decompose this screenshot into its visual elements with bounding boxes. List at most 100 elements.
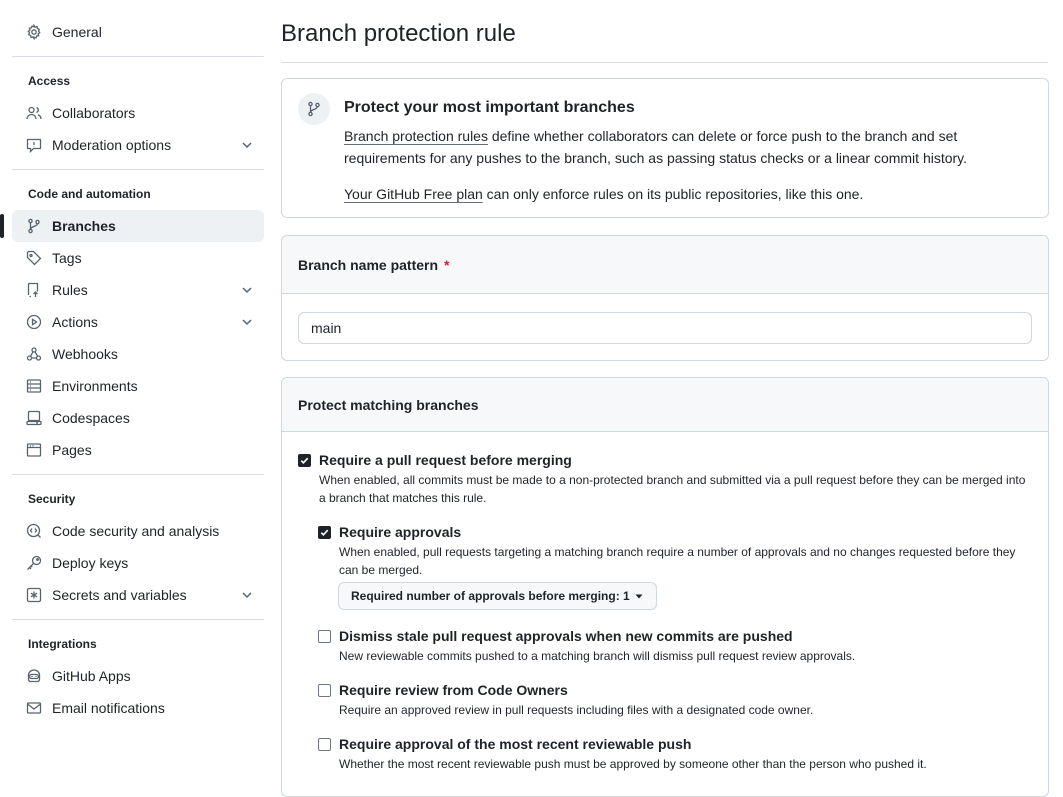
option-label: Dismiss stale pull request approvals whe… bbox=[339, 628, 793, 644]
approvals-count-select[interactable]: Required number of approvals before merg… bbox=[338, 582, 657, 610]
sidebar-item-label: Rules bbox=[52, 282, 88, 298]
option-label: Require approvals bbox=[339, 524, 462, 540]
play-icon bbox=[26, 314, 42, 330]
box-header: Protect matching branches bbox=[282, 378, 1048, 432]
option-label: Require a pull request before merging bbox=[319, 452, 572, 468]
sidebar-item-actions[interactable]: Actions bbox=[12, 306, 264, 338]
key-icon bbox=[26, 555, 42, 571]
sidebar-item-label: Webhooks bbox=[52, 346, 118, 362]
git-branch-icon bbox=[298, 93, 330, 125]
divider bbox=[12, 474, 264, 475]
sidebar-item-label: Deploy keys bbox=[52, 555, 129, 571]
triangle-down-icon bbox=[634, 591, 644, 601]
branch-name-pattern-input[interactable] bbox=[298, 312, 1032, 344]
browser-icon bbox=[26, 442, 42, 458]
option-dismiss-stale-approvals: Dismiss stale pull request approvals whe… bbox=[318, 628, 1033, 665]
sidebar-item-label: General bbox=[52, 24, 102, 40]
apps-icon bbox=[26, 668, 42, 684]
git-branch-icon bbox=[26, 218, 42, 234]
branch-name-pattern-label: Branch name pattern bbox=[298, 256, 439, 273]
report-icon bbox=[26, 137, 42, 153]
option-require-pull-request: Require a pull request before merging Wh… bbox=[298, 452, 1033, 507]
plan-note-text: can only enforce rules on its public rep… bbox=[482, 186, 864, 202]
sidebar-item-secrets[interactable]: Secrets and variables bbox=[12, 579, 264, 611]
info-banner: Protect your most important branches Bra… bbox=[281, 78, 1049, 218]
sidebar-item-label: GitHub Apps bbox=[52, 668, 131, 684]
sidebar-item-branches[interactable]: Branches bbox=[0, 210, 264, 242]
dismiss-stale-approvals-checkbox[interactable] bbox=[318, 629, 331, 643]
asterisk-icon bbox=[26, 587, 42, 603]
sidebar-item-label: Environments bbox=[52, 378, 138, 394]
sidebar-heading-code: Code and automation bbox=[28, 187, 151, 201]
check-icon bbox=[300, 457, 309, 464]
sidebar-item-label: Codespaces bbox=[52, 410, 130, 426]
option-description: When enabled, all commits must be made t… bbox=[319, 473, 1026, 505]
info-title: Protect your most important branches bbox=[344, 99, 635, 116]
require-approvals-checkbox[interactable] bbox=[318, 525, 331, 539]
sidebar-item-pages[interactable]: Pages bbox=[12, 434, 264, 466]
option-description: Require an approved review in pull reque… bbox=[339, 703, 814, 717]
tag-icon bbox=[26, 250, 42, 266]
sidebar-item-moderation[interactable]: Moderation options bbox=[12, 129, 264, 161]
option-description: Whether the most recent reviewable push … bbox=[339, 757, 927, 771]
sidebar-item-label: Branches bbox=[52, 218, 116, 234]
box-header: Branch name pattern * bbox=[282, 236, 1048, 294]
sidebar-item-label: Collaborators bbox=[52, 105, 136, 121]
option-require-code-owners: Require review from Code Owners Require … bbox=[318, 682, 1033, 719]
chevron-down-icon[interactable] bbox=[240, 315, 254, 329]
sidebar-item-deploy-keys[interactable]: Deploy keys bbox=[12, 547, 264, 579]
divider bbox=[12, 169, 264, 170]
option-label: Require review from Code Owners bbox=[339, 682, 568, 698]
chevron-down-icon[interactable] bbox=[240, 588, 254, 602]
require-code-owners-checkbox[interactable] bbox=[318, 683, 331, 697]
option-require-approvals: Require approvals When enabled, pull req… bbox=[318, 524, 1033, 579]
sidebar-item-environments[interactable]: Environments bbox=[12, 370, 264, 402]
approvals-select-label: Required number of approvals before merg… bbox=[351, 589, 630, 603]
sidebar-item-label: Tags bbox=[52, 250, 82, 266]
divider bbox=[12, 56, 264, 57]
codespaces-icon bbox=[26, 410, 42, 426]
free-plan-link[interactable]: Your GitHub Free plan bbox=[344, 186, 483, 202]
codescan-icon bbox=[26, 523, 42, 539]
sidebar-heading-access: Access bbox=[28, 74, 71, 88]
gear-icon bbox=[26, 24, 42, 40]
sidebar-item-email-notifications[interactable]: Email notifications bbox=[12, 692, 264, 724]
sidebar-item-code-security[interactable]: Code security and analysis bbox=[12, 515, 264, 547]
required-indicator: * bbox=[444, 256, 450, 273]
sidebar-item-tags[interactable]: Tags bbox=[12, 242, 264, 274]
people-icon bbox=[26, 105, 42, 121]
option-description: When enabled, pull requests targeting a … bbox=[339, 545, 1016, 577]
chevron-down-icon[interactable] bbox=[240, 138, 254, 152]
sidebar-heading-integrations: Integrations bbox=[28, 637, 97, 651]
info-description: Branch protection rules define whether c… bbox=[344, 125, 1004, 169]
webhook-icon bbox=[26, 346, 42, 362]
sidebar-item-label: Pages bbox=[52, 442, 92, 458]
divider bbox=[12, 619, 264, 620]
option-require-recent-push-approval: Require approval of the most recent revi… bbox=[318, 736, 1033, 773]
option-description: New reviewable commits pushed to a match… bbox=[339, 649, 856, 663]
protect-matching-branches-label: Protect matching branches bbox=[298, 396, 479, 413]
sidebar-item-rules[interactable]: Rules bbox=[12, 274, 264, 306]
branch-name-pattern-box: Branch name pattern * bbox=[281, 235, 1049, 361]
sidebar-item-label: Secrets and variables bbox=[52, 587, 187, 603]
server-icon bbox=[26, 378, 42, 394]
require-pull-request-checkbox[interactable] bbox=[298, 453, 311, 467]
chevron-down-icon[interactable] bbox=[240, 283, 254, 297]
protect-matching-branches-box: Protect matching branches Require a pull… bbox=[281, 377, 1049, 797]
sidebar-item-label: Code security and analysis bbox=[52, 523, 220, 539]
sidebar-item-codespaces[interactable]: Codespaces bbox=[12, 402, 264, 434]
sidebar-item-github-apps[interactable]: GitHub Apps bbox=[12, 660, 264, 692]
sidebar-item-webhooks[interactable]: Webhooks bbox=[12, 338, 264, 370]
settings-sidebar: General Access Collaborators Moderation … bbox=[0, 16, 264, 724]
sidebar-item-general[interactable]: General bbox=[12, 16, 264, 48]
sidebar-item-label: Actions bbox=[52, 314, 98, 330]
check-icon bbox=[320, 529, 329, 536]
sidebar-heading-security: Security bbox=[28, 492, 76, 506]
sidebar-item-collaborators[interactable]: Collaborators bbox=[12, 97, 264, 129]
sidebar-item-label: Moderation options bbox=[52, 137, 172, 153]
plan-note: Your GitHub Free plan can only enforce r… bbox=[344, 183, 863, 205]
page-title: Branch protection rule bbox=[281, 20, 516, 47]
branch-protection-rules-link[interactable]: Branch protection rules bbox=[344, 128, 488, 144]
require-recent-push-approval-checkbox[interactable] bbox=[318, 737, 331, 751]
sidebar-item-label: Email notifications bbox=[52, 700, 165, 716]
